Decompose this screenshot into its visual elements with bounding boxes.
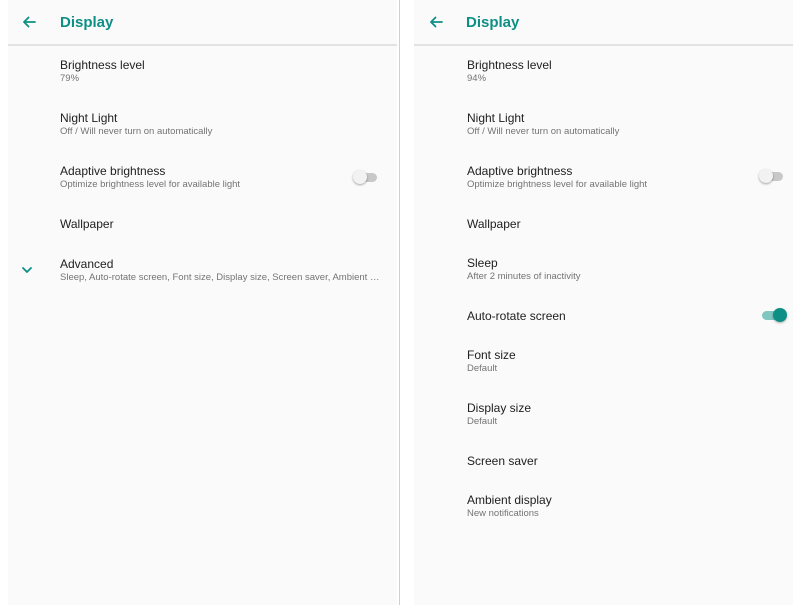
item-subtitle: Default: [467, 416, 498, 427]
item-subtitle: Optimize brightness level for available …: [467, 179, 648, 190]
display-settings-panel-expanded: Display Brightness level 94% Night Light…: [414, 0, 793, 605]
item-title: Brightness level: [467, 58, 552, 72]
item-subtitle: Optimize brightness level for available …: [60, 179, 241, 190]
item-title: Font size: [467, 348, 516, 362]
item-title: Adaptive brightness: [467, 164, 573, 178]
item-subtitle: After 2 minutes of inactivity: [467, 271, 581, 282]
adaptive-brightness-item[interactable]: Adaptive brightness Optimize brightness …: [467, 164, 793, 191]
arrow-back-icon[interactable]: [21, 14, 37, 30]
display-settings-panel-collapsed: Display Brightness level 79% Night Light…: [8, 0, 397, 605]
item-title: Adaptive brightness: [60, 164, 166, 178]
toggle-thumb: [773, 308, 787, 322]
page-title: Display: [466, 14, 520, 31]
item-subtitle: Off / Will never turn on automatically: [467, 126, 620, 137]
item-title: Night Light: [60, 111, 118, 125]
night-light-item[interactable]: Night Light Off / Will never turn on aut…: [60, 111, 397, 138]
adaptive-brightness-item[interactable]: Adaptive brightness Optimize brightness …: [60, 164, 397, 191]
item-title: Sleep: [467, 256, 498, 270]
item-title: Display size: [467, 401, 532, 415]
auto-rotate-toggle[interactable]: [760, 308, 788, 322]
panel-divider: [399, 0, 400, 605]
toggle-thumb: [759, 169, 773, 183]
page-title: Display: [60, 14, 114, 31]
sleep-item[interactable]: Sleep After 2 minutes of inactivity: [467, 256, 793, 283]
item-title: Brightness level: [60, 58, 145, 72]
adaptive-brightness-toggle[interactable]: [353, 170, 381, 184]
wallpaper-item[interactable]: Wallpaper: [467, 217, 793, 231]
brightness-level-item[interactable]: Brightness level 79%: [60, 58, 397, 85]
item-title: Ambient display: [467, 493, 552, 507]
display-size-item[interactable]: Display size Default: [467, 401, 793, 428]
item-subtitle: Off / Will never turn on automatically: [60, 126, 213, 137]
night-light-item[interactable]: Night Light Off / Will never turn on aut…: [467, 111, 793, 138]
toggle-thumb: [353, 170, 367, 184]
app-bar: Display: [8, 0, 397, 46]
item-title: Wallpaper: [467, 217, 521, 231]
item-title: Advanced: [60, 257, 114, 271]
screen-saver-item[interactable]: Screen saver: [467, 454, 793, 468]
brightness-level-item[interactable]: Brightness level 94%: [467, 58, 793, 85]
item-title: Auto-rotate screen: [467, 309, 566, 323]
item-title: Night Light: [467, 111, 525, 125]
auto-rotate-screen-item[interactable]: Auto-rotate screen: [467, 309, 793, 323]
adaptive-brightness-toggle[interactable]: [759, 169, 787, 183]
app-bar: Display: [414, 0, 793, 46]
wallpaper-item[interactable]: Wallpaper: [60, 217, 397, 231]
ambient-display-item[interactable]: Ambient display New notifications: [467, 493, 793, 520]
item-subtitle: Sleep, Auto-rotate screen, Font size, Di…: [60, 272, 380, 283]
advanced-item[interactable]: Advanced Sleep, Auto-rotate screen, Font…: [60, 257, 397, 284]
arrow-back-icon[interactable]: [428, 14, 444, 30]
item-title: Screen saver: [467, 454, 538, 468]
chevron-down-icon: [22, 267, 32, 273]
item-title: Wallpaper: [60, 217, 114, 231]
item-subtitle: 79%: [60, 73, 80, 84]
item-subtitle: Default: [467, 363, 498, 374]
font-size-item[interactable]: Font size Default: [467, 348, 793, 375]
item-subtitle: New notifications: [467, 508, 539, 519]
item-subtitle: 94%: [467, 73, 487, 84]
